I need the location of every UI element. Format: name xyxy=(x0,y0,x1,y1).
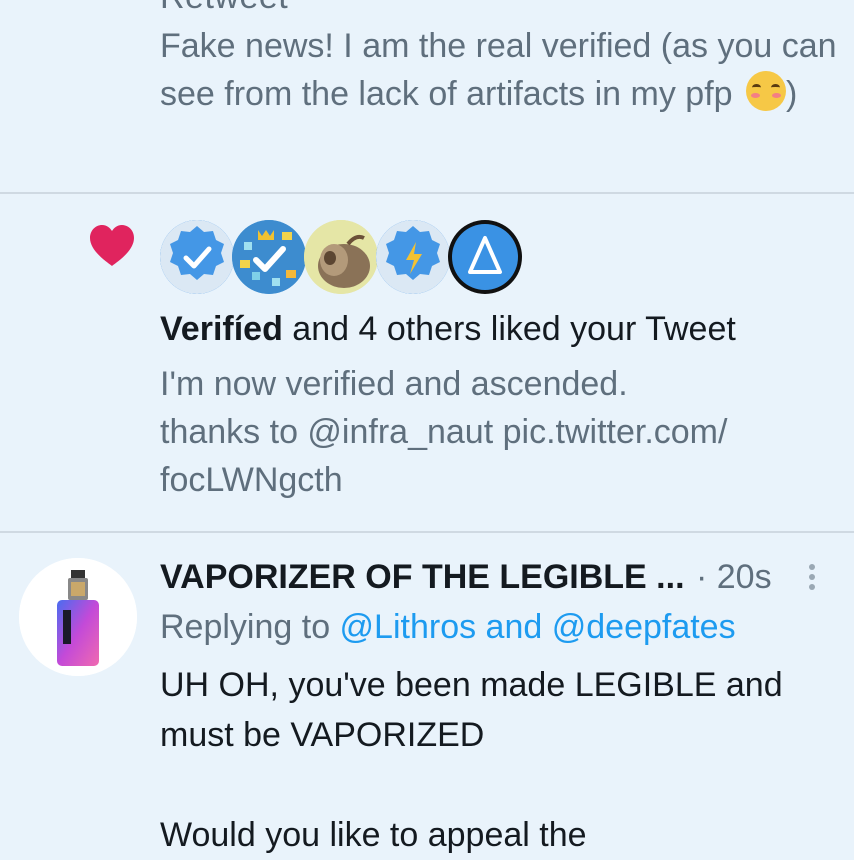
replying-to: Replying to @Lithros and @deepfates xyxy=(160,608,736,646)
vape-device-icon xyxy=(19,558,137,676)
cow-photo-icon xyxy=(304,220,378,294)
delta-triangle-icon xyxy=(449,221,521,293)
like-notification[interactable]: Verifíed and 4 others liked your Tweet I… xyxy=(0,194,854,532)
author-avatar[interactable] xyxy=(19,558,137,676)
liker-avatars xyxy=(160,220,522,294)
smiling-blush-emoji-icon xyxy=(746,71,787,111)
delta-avatar[interactable] xyxy=(448,220,522,294)
liked-summary: Verifíed and 4 others liked your Tweet xyxy=(160,310,736,348)
verified-check-icon xyxy=(160,220,234,294)
author-name[interactable]: VAPORIZER OF THE LEGIBLE ... xyxy=(160,556,685,598)
divider xyxy=(0,531,854,533)
lightning-badge-icon xyxy=(376,220,450,294)
liker-name[interactable]: Verifíed xyxy=(160,310,283,348)
tweet-text: Fake news! I am the real verified (as yo… xyxy=(160,27,837,113)
heart-icon xyxy=(90,225,134,266)
highland-cow-avatar[interactable] xyxy=(304,220,378,294)
verified-badge-avatar[interactable] xyxy=(160,220,234,294)
replying-handles-link[interactable]: @Lithros and @deepfates xyxy=(340,608,736,646)
liked-tweet-text: I'm now verified and ascended. thanks to… xyxy=(160,365,728,499)
mosaic-verified-icon xyxy=(232,220,306,294)
verified-mosaic-avatar[interactable] xyxy=(232,220,306,294)
retweet-notification[interactable]: Retweet Fake news! I am the real verifie… xyxy=(0,0,854,194)
reply-tweet[interactable]: VAPORIZER OF THE LEGIBLE ... · 20s Reply… xyxy=(0,534,854,855)
reply-text: UH OH, you've been made LEGIBLE and must… xyxy=(160,666,783,854)
more-options-icon[interactable] xyxy=(802,560,822,596)
notification-title: Retweet xyxy=(160,0,288,17)
lightning-badge-avatar[interactable] xyxy=(376,220,450,294)
timestamp[interactable]: · 20s xyxy=(696,556,772,598)
